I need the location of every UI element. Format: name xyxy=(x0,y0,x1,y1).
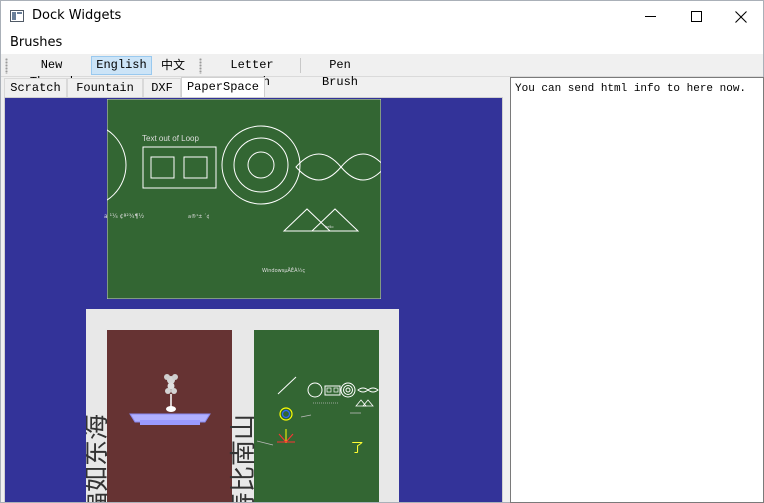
toolbar-separator xyxy=(300,58,301,73)
maximize-icon xyxy=(690,11,702,22)
app-window-icon xyxy=(10,10,24,22)
minimize-button[interactable] xyxy=(627,1,673,32)
html-info-panel[interactable]: You can send html info to here now. xyxy=(510,77,764,503)
maximize-button[interactable] xyxy=(673,1,719,32)
close-icon xyxy=(735,10,747,23)
board-footer-text: WindowsµÄÊÀ½ç xyxy=(262,266,305,274)
vertical-text-right: 寿比南山 xyxy=(229,414,259,502)
toolbar-grip-handle-2[interactable] xyxy=(199,58,202,74)
tab-scratch[interactable]: Scratch xyxy=(4,78,67,98)
canvas-tab-bar: Scratch Fountain DXF PaperSpace xyxy=(4,77,508,98)
board-garbled-text-1: a ¹¼ ¢ª²¾¶½ xyxy=(104,213,144,220)
minimize-icon xyxy=(644,16,656,17)
pen-brush-button[interactable]: Pen Brush xyxy=(306,56,374,89)
tab-fountain[interactable]: Fountain xyxy=(67,78,143,98)
info-message: You can send html info to here now. xyxy=(515,83,747,95)
letter-brush-button[interactable]: Letter Brush xyxy=(209,56,295,89)
title-bar[interactable]: Dock Widgets xyxy=(1,1,763,32)
chinese-toggle-button[interactable]: 中文 xyxy=(154,56,192,75)
paperspace-canvas[interactable]: Text out of Loop a ¹¼ ¢ª²¾¶½ a®¹± ´¢ hel… xyxy=(5,98,502,502)
tab-dxf[interactable]: DXF xyxy=(143,78,181,98)
board-garbled-text-2: a®¹± ´¢ xyxy=(188,213,210,220)
window-title: Dock Widgets xyxy=(32,8,122,23)
menu-bar: Brushes xyxy=(1,32,763,54)
menu-brushes[interactable]: Brushes xyxy=(5,35,67,50)
toolbar-grip-handle[interactable] xyxy=(5,58,8,74)
vertical-text-left: 福如东海 xyxy=(82,414,112,502)
triangle-label: hello xyxy=(325,224,334,229)
english-toggle-button[interactable]: English xyxy=(91,56,152,75)
toolbar: New Thread English 中文 Letter Brush Pen B… xyxy=(1,54,763,89)
main-window: Dock Widgets Brushes New Thread English … xyxy=(0,0,764,503)
yellow-glyph: 了 xyxy=(351,441,364,456)
board-top-text: Text out of Loop xyxy=(142,134,199,143)
top-green-board xyxy=(107,99,381,299)
new-thread-button[interactable]: New Thread xyxy=(15,56,88,89)
paperspace-drawing: Text out of Loop a ¹¼ ¢ª²¾¶½ a®¹± ´¢ hel… xyxy=(82,99,399,502)
tab-paperspace[interactable]: PaperSpace xyxy=(181,77,265,98)
close-button[interactable] xyxy=(718,1,764,32)
